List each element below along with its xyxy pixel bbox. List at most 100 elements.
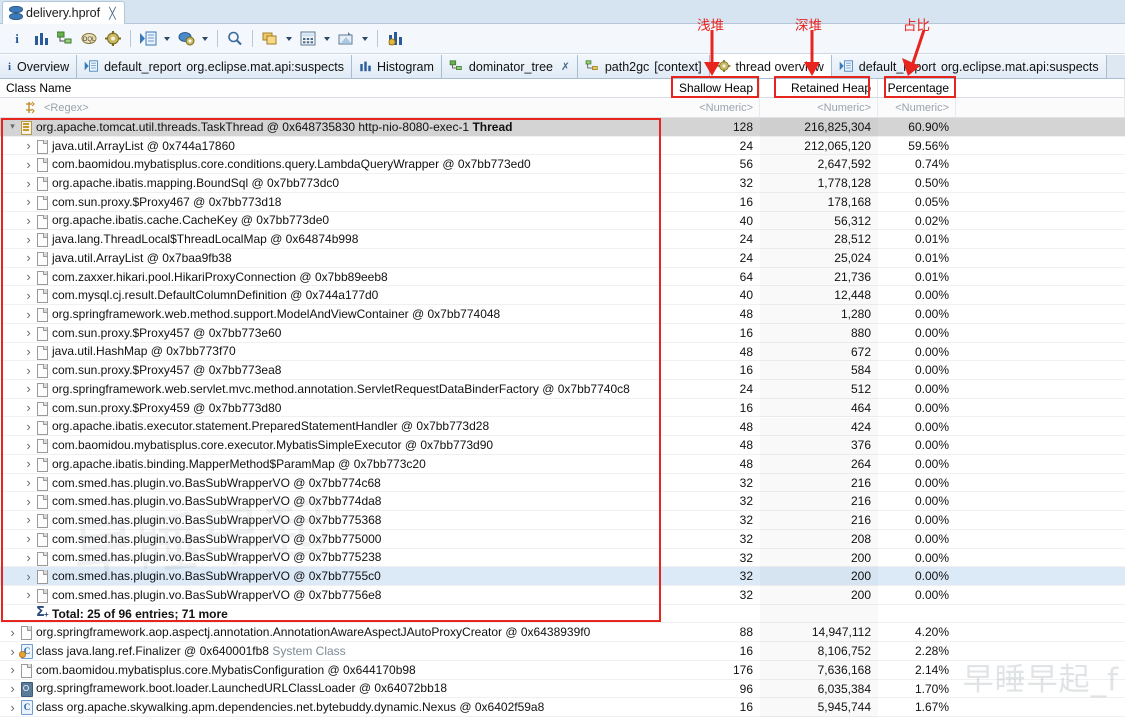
table-row[interactable]: java.util.ArrayList @ 0x744a17860 24 212,0… (0, 137, 1125, 156)
chevron-down-icon[interactable] (199, 28, 211, 50)
table-row[interactable]: com.sun.proxy.$Proxy467 @ 0x7bb773d18 16 1… (0, 193, 1125, 212)
expand-arrow-icon[interactable] (22, 323, 35, 342)
expand-arrow-icon[interactable] (22, 155, 35, 174)
calculator-icon[interactable] (297, 28, 319, 50)
table-row[interactable]: org.apache.tomcat.util.threads.TaskThrea… (0, 118, 1125, 137)
dominator-tree-icon[interactable] (54, 28, 76, 50)
table-row[interactable]: com.baomidou.mybatisplus.core.executor.M… (0, 436, 1125, 455)
expand-arrow-icon[interactable] (22, 361, 35, 380)
table-row[interactable]: com.zaxxer.hikari.pool.HikariProxyConnec… (0, 268, 1125, 287)
tab-path2gc[interactable]: path2gc [context] (577, 55, 710, 78)
expand-arrow-icon[interactable] (22, 417, 35, 436)
expand-arrow-icon[interactable] (22, 398, 35, 417)
expand-arrow-icon[interactable] (6, 660, 19, 679)
expand-arrow-icon[interactable] (22, 342, 35, 361)
table-row[interactable]: com.smed.has.plugin.vo.BasSubWrapperVO @… (0, 567, 1125, 586)
expand-arrow-icon[interactable] (22, 511, 35, 530)
table-row[interactable]: com.smed.has.plugin.vo.BasSubWrapperVO @… (0, 549, 1125, 568)
collapse-arrow-icon[interactable] (6, 118, 19, 137)
oql-icon[interactable]: OQL (78, 28, 100, 50)
expand-arrow-icon[interactable] (22, 454, 35, 473)
expand-arrow-icon[interactable] (22, 174, 35, 193)
table-row[interactable]: com.smed.has.plugin.vo.BasSubWrapperVO @… (0, 530, 1125, 549)
table-row[interactable]: com.mysql.cj.result.DefaultColumnDefinit… (0, 286, 1125, 306)
column-header-class-name[interactable]: Class Name (0, 79, 660, 98)
chevron-down-icon[interactable] (359, 28, 371, 50)
filter-input-class-name[interactable]: <Regex> (38, 98, 660, 118)
expand-arrow-icon[interactable] (22, 567, 35, 586)
table-row[interactable]: com.sun.proxy.$Proxy457 @ 0x7bb773ea8 16 5… (0, 361, 1125, 381)
table-row[interactable]: java.util.ArrayList @ 0x7baa9fb38 24 25,02… (0, 249, 1125, 268)
table-row[interactable]: org.apache.ibatis.cache.CacheKey @ 0x7bb… (0, 212, 1125, 231)
expand-arrow-icon[interactable] (22, 548, 35, 567)
table-row[interactable]: org.apache.ibatis.executor.statement.Pre… (0, 418, 1125, 437)
table-row[interactable]: com.smed.has.plugin.vo.BasSubWrapperVO @… (0, 511, 1125, 530)
expand-arrow-icon[interactable] (22, 305, 35, 324)
table-row[interactable]: com.baomidou.mybatisplus.core.MybatisCon… (0, 661, 1125, 680)
expand-arrow-icon[interactable] (6, 623, 19, 642)
table-row[interactable]: com.sun.proxy.$Proxy457 @ 0x7bb773e60 16 8… (0, 324, 1125, 343)
info-icon[interactable]: i (6, 28, 28, 50)
close-icon[interactable]: ✗ (561, 61, 570, 73)
expand-arrow-icon[interactable] (22, 286, 35, 305)
query-browser-icon[interactable] (137, 28, 159, 50)
chevron-down-icon[interactable] (283, 28, 295, 50)
table-row[interactable]: com.sun.proxy.$Proxy459 @ 0x7bb773d80 16 4… (0, 399, 1125, 418)
table-row[interactable]: java.lang.ThreadLocal$ThreadLocalMap @ 0… (0, 230, 1125, 249)
close-icon[interactable]: ╳ (109, 7, 116, 20)
group-folders-icon[interactable] (259, 28, 281, 50)
expand-arrow-icon[interactable] (22, 230, 35, 249)
table-row[interactable]: org.springframework.web.servlet.mvc.meth… (0, 380, 1125, 399)
table-row-total[interactable]: Total: 25 of 96 entries; 71 more (0, 605, 1125, 624)
expand-arrow-icon[interactable] (22, 473, 35, 492)
table-row[interactable]: org.apache.ibatis.mapping.BoundSql @ 0x7… (0, 174, 1125, 193)
expand-arrow-icon[interactable] (22, 249, 35, 268)
table-row[interactable]: com.smed.has.plugin.vo.BasSubWrapperVO @… (0, 492, 1125, 512)
expand-arrow-icon[interactable] (22, 436, 35, 455)
expand-arrow-icon[interactable] (22, 192, 35, 211)
table-row[interactable]: class java.lang.ref.Finalizer @ 0x640001… (0, 642, 1125, 661)
expand-arrow-icon[interactable] (6, 679, 19, 698)
column-header-retained-heap[interactable]: Retained Heap (760, 79, 878, 98)
expand-arrow-icon[interactable] (22, 136, 35, 155)
expand-arrow-icon[interactable] (22, 267, 35, 286)
table-row[interactable]: com.smed.has.plugin.vo.BasSubWrapperVO @… (0, 474, 1125, 493)
column-header-shallow-heap[interactable]: Shallow Heap (660, 79, 760, 98)
column-header-percentage[interactable]: Percentage (878, 79, 956, 98)
table-row[interactable]: com.smed.has.plugin.vo.BasSubWrapperVO @… (0, 586, 1125, 605)
export-icon[interactable] (335, 28, 357, 50)
tab-thread-overview[interactable]: thread overview (709, 55, 832, 78)
expand-arrow-icon[interactable] (22, 586, 35, 605)
report-gear-icon[interactable] (175, 28, 197, 50)
table-row[interactable]: java.util.HashMap @ 0x7bb773f70 48 672 0.00… (0, 343, 1125, 362)
expand-arrow-icon[interactable] (22, 211, 35, 230)
compare-bars-icon[interactable] (384, 28, 406, 50)
tab-histogram[interactable]: Histogram (351, 55, 442, 78)
histogram-icon[interactable] (30, 28, 52, 50)
expand-arrow-icon[interactable] (6, 698, 19, 717)
tab-default-report-2[interactable]: default_report org.eclipse.mat.api:suspe… (831, 55, 1107, 78)
cell-percentage: 0.00% (914, 400, 949, 415)
search-icon[interactable] (224, 28, 246, 50)
expand-arrow-icon[interactable] (22, 380, 35, 399)
editor-tab-delivery-hprof[interactable]: delivery.hprof ╳ (2, 1, 125, 24)
table-row[interactable]: class org.apache.skywalking.apm.dependen… (0, 698, 1125, 717)
expand-arrow-icon[interactable] (22, 492, 35, 511)
table-row[interactable]: org.apache.ibatis.binding.MapperMethod$P… (0, 455, 1125, 474)
table-row[interactable]: org.springframework.aop.aspectj.annotati… (0, 623, 1125, 643)
filter-input-percentage[interactable]: <Numeric> (878, 98, 956, 118)
table-row[interactable]: org.springframework.web.method.support.M… (0, 305, 1125, 324)
tab-default-report-1[interactable]: default_report org.eclipse.mat.api:suspe… (77, 55, 352, 78)
table-row[interactable]: org.springframework.boot.loader.Launched… (0, 680, 1125, 699)
filter-input-shallow-heap[interactable]: <Numeric> (660, 98, 760, 118)
tab-dominator-tree[interactable]: dominator_tree ✗ (441, 55, 578, 78)
filter-input-retained-heap[interactable]: <Numeric> (760, 98, 878, 118)
expand-arrow-icon[interactable] (6, 642, 19, 661)
gears-icon[interactable] (102, 28, 124, 50)
expand-arrow-icon[interactable] (22, 529, 35, 548)
tab-overview[interactable]: i Overview (0, 55, 78, 78)
chevron-down-icon[interactable] (321, 28, 333, 50)
table-row[interactable]: com.baomidou.mybatisplus.core.conditions… (0, 155, 1125, 175)
chevron-down-icon[interactable] (161, 28, 173, 50)
thread-overview-table[interactable]: org.apache.tomcat.util.threads.TaskThrea… (0, 118, 1125, 721)
